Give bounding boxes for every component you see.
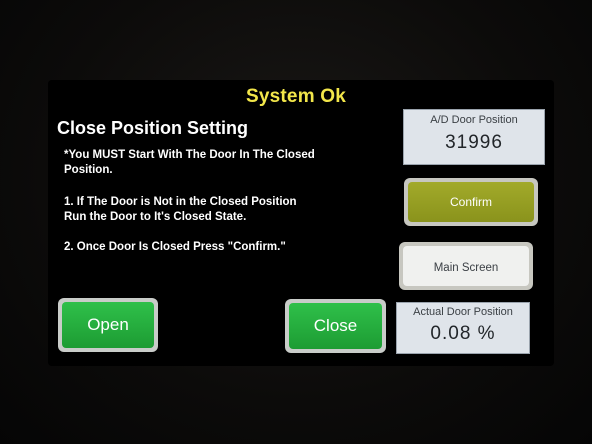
instruction-note-line1: *You MUST Start With The Door In The Clo… — [64, 149, 315, 161]
open-button-label: Open — [62, 302, 154, 348]
open-button[interactable]: Open — [58, 298, 158, 352]
actual-door-position-readout: Actual Door Position 0.08 % — [396, 302, 530, 354]
instruction-step-1-line1: 1. If The Door is Not in the Closed Posi… — [64, 196, 297, 208]
main-screen-button-label: Main Screen — [403, 246, 529, 286]
main-screen-button[interactable]: Main Screen — [399, 242, 533, 290]
system-status: System Ok — [246, 86, 347, 107]
ad-door-position-label: A/D Door Position — [430, 114, 518, 126]
instruction-step-1: 1. If The Door is Not in the Closed Posi… — [64, 195, 364, 225]
confirm-button[interactable]: Confirm — [404, 178, 538, 226]
confirm-button-label: Confirm — [408, 182, 534, 222]
actual-door-position-label: Actual Door Position — [413, 306, 513, 318]
instruction-step-2: 2. Once Door Is Closed Press "Confirm." — [64, 241, 286, 253]
actual-door-position-value: 0.08 % — [430, 323, 496, 344]
close-button-label: Close — [289, 303, 382, 349]
instruction-note: *You MUST Start With The Door In The Clo… — [64, 148, 364, 178]
instruction-note-line2: Position. — [64, 164, 113, 176]
close-button[interactable]: Close — [285, 299, 386, 353]
page-title: Close Position Setting — [57, 118, 249, 138]
ad-door-position-readout: A/D Door Position 31996 — [403, 109, 545, 165]
ad-door-position-value: 31996 — [445, 132, 503, 153]
instruction-step-1-line2: Run the Door to It's Closed State. — [64, 211, 247, 223]
